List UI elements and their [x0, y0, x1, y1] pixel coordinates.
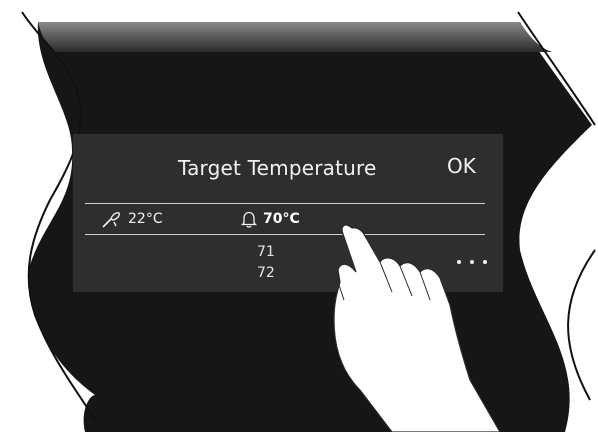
- page-title: Target Temperature: [178, 156, 377, 180]
- temperature-picker[interactable]: 71 72: [243, 240, 303, 284]
- divider: [85, 234, 485, 235]
- picker-option[interactable]: 72: [257, 265, 275, 281]
- target-value: 70°C: [263, 211, 300, 227]
- dot: [470, 260, 474, 264]
- picker-option[interactable]: 71: [257, 244, 275, 260]
- probe-icon: [102, 212, 120, 228]
- ellipsis-icon[interactable]: [457, 254, 487, 270]
- dot: [457, 260, 461, 264]
- probe-value: 22°C: [128, 211, 163, 227]
- bell-icon: [241, 211, 257, 228]
- ok-button[interactable]: OK: [447, 154, 476, 178]
- probe-temperature: 22°C: [101, 209, 163, 229]
- target-temperature[interactable]: 70°C: [241, 209, 300, 229]
- divider: [85, 203, 485, 204]
- touch-screen: Target Temperature OK 22°C 70°C 71 72: [73, 134, 503, 292]
- dot: [483, 260, 487, 264]
- appliance-display: Target Temperature OK 22°C 70°C 71 72: [0, 0, 598, 432]
